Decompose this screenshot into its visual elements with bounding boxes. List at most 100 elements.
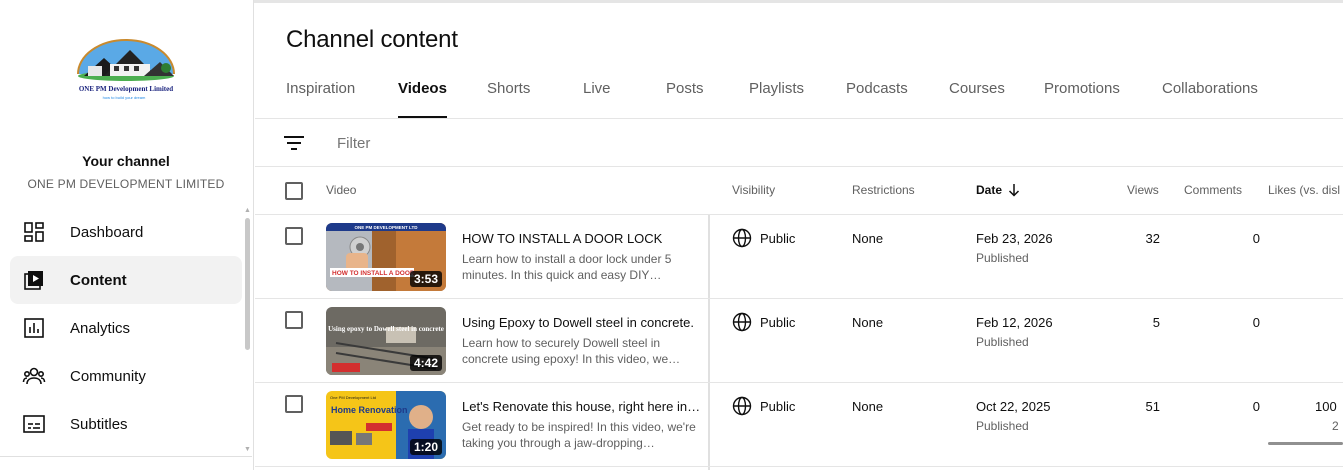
thumbnail-header: One PM Development Ltd bbox=[330, 395, 376, 400]
sidebar-scrollbar[interactable] bbox=[245, 218, 250, 350]
video-description: Learn how to install a door lock under 5… bbox=[462, 252, 672, 282]
comments-value: 0 bbox=[1252, 399, 1260, 414]
comments-value: 0 bbox=[1252, 315, 1260, 330]
divider bbox=[255, 118, 1343, 119]
sidebar-item-analytics[interactable]: Analytics bbox=[10, 304, 242, 352]
status-value: Published bbox=[976, 419, 1029, 433]
globe-icon bbox=[732, 228, 752, 248]
row-checkbox[interactable] bbox=[285, 227, 303, 245]
subtitles-icon bbox=[23, 415, 45, 433]
video-thumbnail[interactable]: ONE PM DEVELOPMENT LTD HOW TO INSTALL A … bbox=[326, 223, 446, 291]
tab-videos[interactable]: Videos bbox=[398, 80, 447, 118]
header-likes[interactable]: Likes (vs. disl bbox=[1268, 183, 1340, 197]
visibility-value[interactable]: Public bbox=[760, 399, 795, 414]
thumbnail-header: ONE PM DEVELOPMENT LTD bbox=[355, 225, 419, 230]
header-date[interactable]: Date bbox=[976, 183, 1020, 197]
tab-live[interactable]: Live bbox=[583, 80, 611, 118]
video-thumbnail[interactable]: Using epoxy to Dowell steel in concrete … bbox=[326, 307, 446, 375]
video-description: Learn how to securely Dowell steel in co… bbox=[462, 336, 681, 366]
video-duration: 3:53 bbox=[409, 271, 442, 287]
sidebar-item-dashboard[interactable]: Dashboard bbox=[10, 208, 242, 256]
date-value: Feb 23, 2026 bbox=[976, 231, 1053, 246]
divider bbox=[255, 466, 1343, 467]
date-value: Feb 12, 2026 bbox=[976, 315, 1053, 330]
tab-shorts[interactable]: Shorts bbox=[487, 80, 530, 118]
filter-icon[interactable] bbox=[283, 133, 305, 153]
logo-tagline: how to build your dream bbox=[103, 95, 146, 100]
logo-text: ONE PM Development Limited bbox=[79, 85, 173, 93]
sidebar-nav: Dashboard Content Analytics Community Su… bbox=[10, 208, 242, 448]
community-icon bbox=[22, 367, 46, 385]
header-comments[interactable]: Comments bbox=[1184, 183, 1242, 197]
divider bbox=[255, 166, 1343, 167]
dashboard-icon bbox=[24, 222, 44, 242]
row-checkbox[interactable] bbox=[285, 311, 303, 329]
sidebar-item-community[interactable]: Community bbox=[10, 352, 242, 400]
your-channel-label: Your channel bbox=[82, 153, 170, 169]
scroll-down-arrow[interactable]: ▼ bbox=[244, 446, 251, 453]
page-title: Channel content bbox=[286, 26, 458, 53]
date-value: Oct 22, 2025 bbox=[976, 399, 1051, 414]
divider bbox=[0, 456, 252, 457]
globe-icon bbox=[732, 396, 752, 416]
header-restrictions[interactable]: Restrictions bbox=[852, 183, 915, 197]
restrictions-value: None bbox=[852, 315, 884, 330]
sidebar-item-label: Content bbox=[70, 271, 127, 289]
tab-collaborations[interactable]: Collaborations bbox=[1162, 80, 1258, 118]
horizontal-scrollbar[interactable] bbox=[1268, 442, 1343, 445]
tab-playlists[interactable]: Playlists bbox=[749, 80, 804, 118]
sidebar-item-label: Dashboard bbox=[70, 223, 144, 241]
views-value: 32 bbox=[1145, 231, 1160, 246]
video-title[interactable]: Let's Renovate this house, right here in… bbox=[462, 399, 702, 414]
video-duration: 4:42 bbox=[409, 355, 442, 371]
tab-posts[interactable]: Posts bbox=[666, 80, 704, 118]
video-title[interactable]: Using Epoxy to Dowell steel in concrete. bbox=[462, 315, 702, 330]
sidebar-item-subtitles[interactable]: Subtitles bbox=[10, 400, 242, 448]
header-date-label: Date bbox=[976, 183, 1003, 197]
video-description: Get ready to be inspired! In this video,… bbox=[462, 420, 696, 450]
header-video: Video bbox=[326, 183, 357, 197]
restrictions-value: None bbox=[852, 231, 884, 246]
globe-icon bbox=[732, 312, 752, 332]
table-row[interactable]: ONE PM DEVELOPMENT LTD HOW TO INSTALL A … bbox=[255, 215, 1343, 299]
video-duration: 1:20 bbox=[409, 439, 442, 455]
likes-count: 2 bbox=[1332, 419, 1339, 433]
header-views[interactable]: Views bbox=[1127, 183, 1159, 197]
sidebar-item-content[interactable]: Content bbox=[10, 256, 242, 304]
table-row[interactable]: Using epoxy to Dowell steel in concrete … bbox=[255, 299, 1343, 383]
channel-name: ONE PM DEVELOPMENT LIMITED bbox=[27, 177, 225, 191]
tab-courses[interactable]: Courses bbox=[949, 80, 1005, 118]
header-visibility[interactable]: Visibility bbox=[732, 183, 775, 197]
sidebar-item-label: Subtitles bbox=[70, 415, 128, 433]
analytics-icon bbox=[24, 318, 44, 338]
likes-value: 100 bbox=[1315, 399, 1337, 414]
thumbnail-caption: Using epoxy to Dowell steel in concrete bbox=[328, 325, 444, 333]
scroll-up-arrow[interactable]: ▲ bbox=[244, 207, 251, 214]
video-title[interactable]: HOW TO INSTALL A DOOR LOCK bbox=[462, 231, 702, 246]
status-value: Published bbox=[976, 251, 1029, 265]
thumbnail-caption: HOW TO INSTALL A DOOR bbox=[332, 270, 415, 277]
tab-inspiration[interactable]: Inspiration bbox=[286, 80, 355, 118]
main-content: Channel content Inspiration Videos Short… bbox=[255, 0, 1343, 470]
visibility-value[interactable]: Public bbox=[760, 315, 795, 330]
comments-value: 0 bbox=[1252, 231, 1260, 246]
table-row[interactable]: One PM Development Ltd Home Renovation 1… bbox=[255, 383, 1343, 467]
views-value: 5 bbox=[1152, 315, 1160, 330]
tab-podcasts[interactable]: Podcasts bbox=[846, 80, 908, 118]
visibility-value[interactable]: Public bbox=[760, 231, 795, 246]
video-thumbnail[interactable]: One PM Development Ltd Home Renovation 1… bbox=[326, 391, 446, 459]
select-all-checkbox[interactable] bbox=[285, 182, 303, 200]
thumbnail-caption: Home Renovation bbox=[331, 405, 408, 415]
sidebar-item-label: Analytics bbox=[70, 319, 131, 337]
restrictions-value: None bbox=[852, 399, 884, 414]
views-value: 51 bbox=[1145, 399, 1160, 414]
tab-promotions[interactable]: Promotions bbox=[1044, 80, 1120, 118]
sort-down-arrow-icon bbox=[1009, 184, 1020, 197]
filter-input[interactable] bbox=[337, 133, 737, 153]
sidebar: ONE PM Development Limited how to build … bbox=[0, 0, 254, 470]
status-value: Published bbox=[976, 335, 1029, 349]
channel-logo[interactable]: ONE PM Development Limited how to build … bbox=[74, 38, 178, 104]
sidebar-item-label: Community bbox=[70, 367, 146, 385]
content-icon bbox=[24, 271, 43, 290]
row-checkbox[interactable] bbox=[285, 395, 303, 413]
